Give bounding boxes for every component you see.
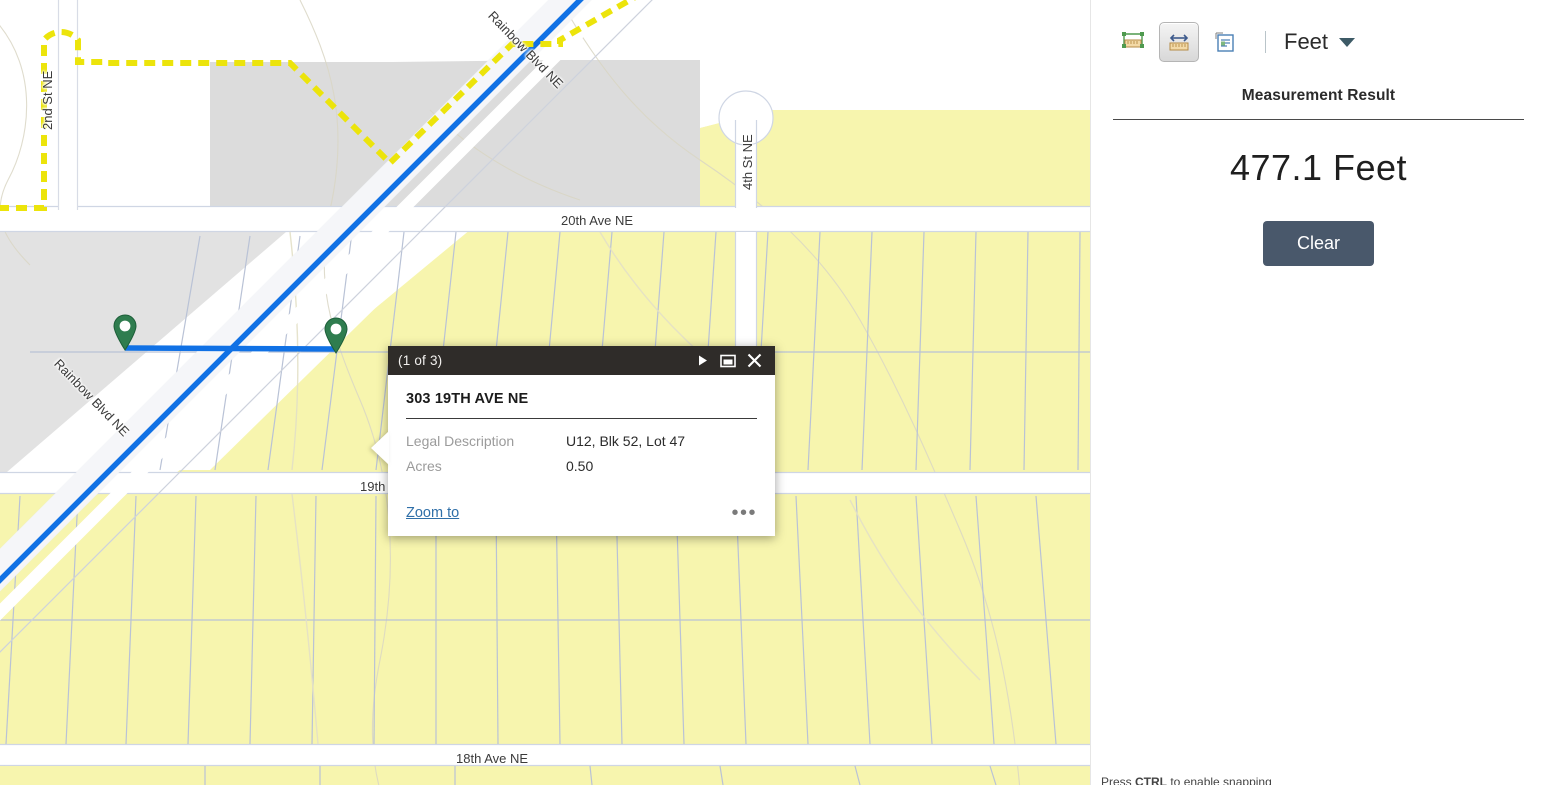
measurement-result-divider — [1113, 119, 1524, 120]
chevron-down-icon — [1339, 37, 1356, 47]
measurement-result-heading: Measurement Result — [1241, 87, 1396, 104]
attribute-row: Acres 0.50 — [406, 458, 757, 474]
hint-key: CTRL — [1135, 775, 1168, 785]
more-options-icon[interactable]: ••• — [731, 503, 757, 523]
popup-pointer-tail — [371, 431, 389, 465]
measure-end-pin[interactable] — [323, 316, 349, 354]
attribute-row: Legal Description U12, Blk 52, Lot 47 — [406, 433, 757, 449]
map-application: 2nd St NE Rainbow Blvd NE Rainbow Blvd N… — [0, 0, 1546, 785]
measurement-result-value: 477.1 Feet — [1229, 147, 1408, 188]
popup-footer: Zoom to ••• — [388, 483, 775, 536]
measurement-toolbar: Feet — [1091, 0, 1546, 62]
hint-prefix: Press — [1101, 775, 1136, 785]
unit-select-value: Feet — [1284, 29, 1329, 54]
feature-popup: (1 of 3) 303 19TH AVE NE Legal Descripti… — [371, 346, 775, 536]
popup-title: 303 19TH AVE NE — [406, 391, 529, 407]
toolbar-divider — [1265, 31, 1266, 53]
attribute-label: Legal Description — [406, 433, 515, 449]
next-feature-icon[interactable] — [689, 349, 715, 373]
attribute-value: 0.50 — [566, 458, 594, 474]
snapping-hint: Press CTRL to enable snapping — [1101, 775, 1272, 785]
map-canvas[interactable]: 2nd St NE Rainbow Blvd NE Rainbow Blvd N… — [0, 0, 1090, 785]
attribute-value: U12, Blk 52, Lot 47 — [566, 433, 686, 449]
zoom-to-link[interactable]: Zoom to — [406, 505, 459, 521]
measurement-panel: Feet Measurement Result 477.1 Feet Clear… — [1090, 0, 1546, 785]
clear-button[interactable]: Clear — [1262, 221, 1374, 266]
distance-measurement-tool[interactable] — [1159, 22, 1199, 62]
clear-button-wrap: Clear — [1091, 221, 1546, 266]
popup-title-divider — [406, 418, 757, 419]
unit-select[interactable]: Feet — [1284, 29, 1356, 55]
popup-body: 303 19TH AVE NE Legal Description U12, B… — [388, 375, 775, 474]
attribute-label: Acres — [406, 458, 442, 474]
popup-record-count: (1 of 3) — [398, 353, 443, 368]
close-popup-icon[interactable] — [741, 349, 767, 373]
location-measurement-tool[interactable] — [1205, 22, 1245, 62]
measure-start-pin[interactable] — [112, 313, 138, 351]
area-measurement-tool[interactable] — [1113, 22, 1153, 62]
hint-suffix: to enable snapping — [1167, 775, 1272, 785]
popup-header: (1 of 3) — [388, 346, 775, 375]
dock-popup-icon[interactable] — [715, 349, 741, 373]
